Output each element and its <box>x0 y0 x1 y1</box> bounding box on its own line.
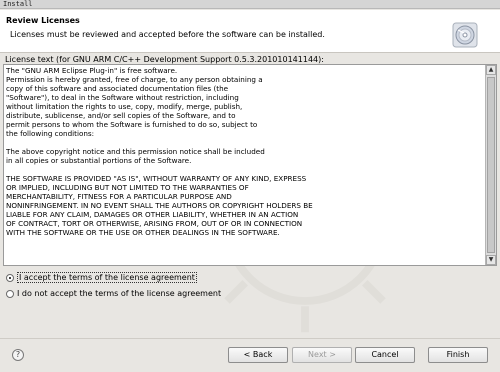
vertical-scrollbar[interactable]: ▲ ▼ <box>485 65 496 265</box>
decline-option[interactable]: I do not accept the terms of the license… <box>6 288 221 299</box>
license-text-label: License text (for GNU ARM C/C++ Developm… <box>5 55 324 64</box>
decline-label[interactable]: I do not accept the terms of the license… <box>17 289 221 298</box>
install-dialog: Install Review Licenses Licenses must be… <box>0 0 500 371</box>
cd-disc-icon <box>452 22 478 48</box>
accept-radio[interactable] <box>6 273 14 282</box>
scroll-thumb[interactable] <box>487 77 495 253</box>
accept-label[interactable]: I accept the terms of the license agreem… <box>17 272 197 283</box>
scroll-up-icon[interactable]: ▲ <box>486 65 496 75</box>
help-icon[interactable]: ? <box>12 349 24 361</box>
scroll-down-icon[interactable]: ▼ <box>486 255 496 265</box>
header-banner: Review Licenses Licenses must be reviewe… <box>0 10 500 53</box>
next-button[interactable]: Next > <box>292 347 352 363</box>
license-text: The "GNU ARM Eclipse Plug-in" is free so… <box>6 66 313 237</box>
accept-option[interactable]: I accept the terms of the license agreem… <box>6 272 197 283</box>
banner-description: Licenses must be reviewed and accepted b… <box>10 30 325 39</box>
back-button[interactable]: < Back <box>228 347 288 363</box>
cancel-button[interactable]: Cancel <box>355 347 415 363</box>
window-title: Install <box>0 0 500 9</box>
finish-button[interactable]: Finish <box>428 347 488 363</box>
license-text-area[interactable]: The "GNU ARM Eclipse Plug-in" is free so… <box>3 64 497 266</box>
banner-title: Review Licenses <box>6 16 80 25</box>
button-bar: ? < Back Next > Cancel Finish <box>0 338 500 372</box>
decline-radio[interactable] <box>6 289 14 298</box>
